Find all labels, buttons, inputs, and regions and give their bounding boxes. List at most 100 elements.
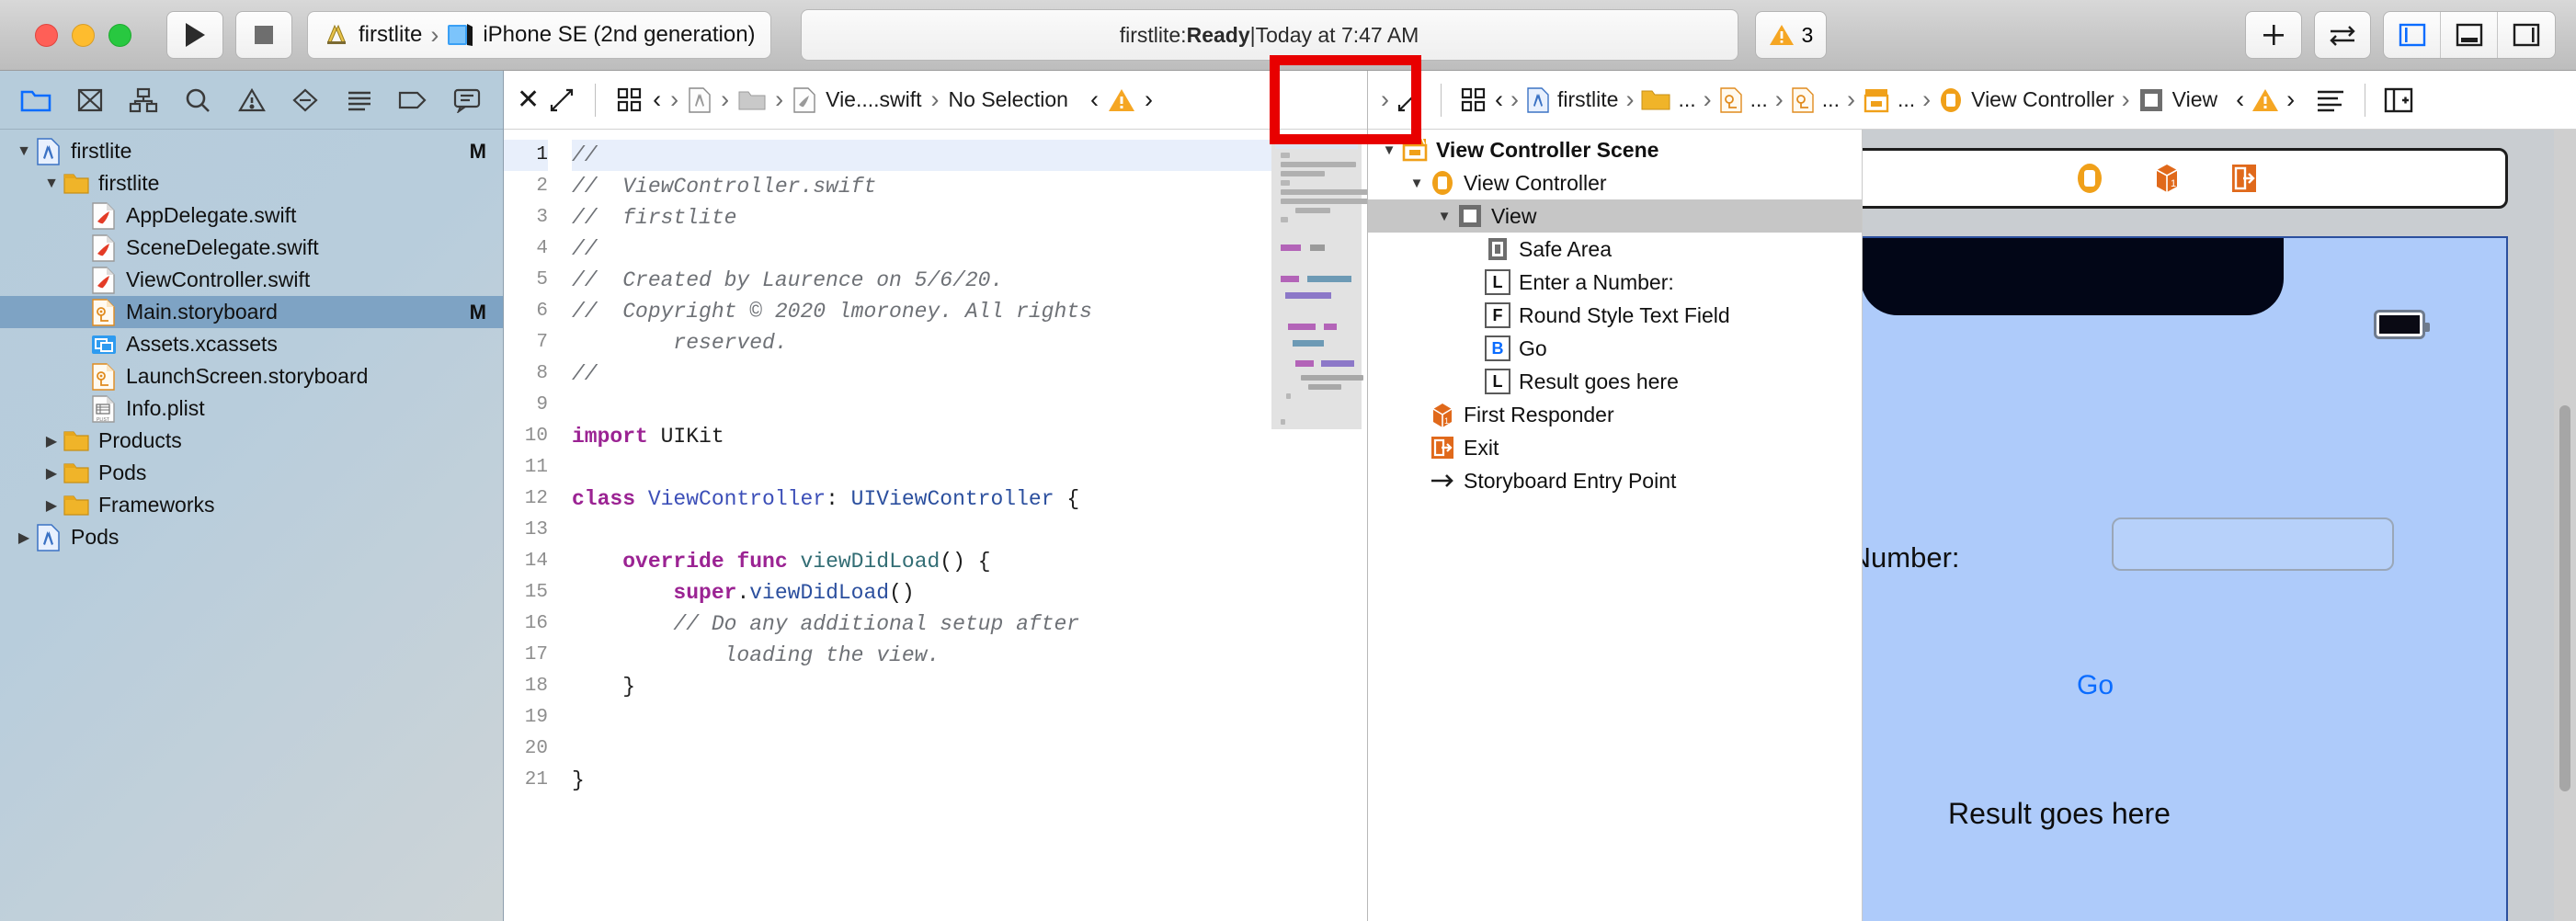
sb-crumb-file1[interactable]: ... bbox=[1750, 87, 1768, 112]
code-line[interactable] bbox=[572, 827, 1271, 858]
sb-crumb-folder[interactable]: ... bbox=[1678, 87, 1695, 112]
document-outline-list[interactable]: ▼View Controller Scene▼View Controller▼V… bbox=[1368, 130, 1863, 921]
project-file-tree[interactable]: ▼firstliteM▼firstliteAppDelegate.swiftSc… bbox=[0, 130, 503, 921]
folder-icon[interactable] bbox=[738, 88, 766, 112]
toggle-debug-area-button[interactable] bbox=[2441, 12, 2498, 58]
label-result-goes-here[interactable]: Result goes here bbox=[1948, 797, 2171, 831]
source-code-text[interactable]: //// ViewController.swift// firstlite///… bbox=[559, 130, 1271, 921]
outline-row-safe-area[interactable]: Safe Area bbox=[1368, 233, 1862, 266]
sb-crumb-vc[interactable]: View Controller bbox=[1971, 87, 2114, 112]
breakpoint-navigator-icon[interactable] bbox=[386, 77, 440, 123]
stop-button[interactable] bbox=[235, 11, 292, 59]
navigate-forward-button[interactable]: › bbox=[1510, 85, 1519, 114]
code-line[interactable] bbox=[572, 702, 1271, 733]
view-controller-icon[interactable] bbox=[2074, 160, 2105, 197]
issue-navigator-icon[interactable] bbox=[224, 77, 279, 123]
disclosure-triangle[interactable]: ▼ bbox=[1405, 176, 1429, 191]
outline-row-view[interactable]: ▼View bbox=[1368, 199, 1862, 233]
outline-row-go[interactable]: BGo bbox=[1368, 332, 1862, 365]
report-navigator-icon[interactable] bbox=[440, 77, 495, 123]
code-line[interactable]: // bbox=[572, 233, 1271, 265]
disclosure-triangle[interactable]: ▶ bbox=[40, 432, 63, 450]
window-controls[interactable] bbox=[35, 24, 131, 47]
outline-row-first-responder[interactable]: 1First Responder bbox=[1368, 398, 1862, 431]
disclosure-triangle[interactable]: ▼ bbox=[1377, 142, 1401, 158]
storyboard-file-icon[interactable] bbox=[1791, 86, 1815, 114]
code-line[interactable]: // firstlite bbox=[572, 202, 1271, 233]
exit-icon[interactable] bbox=[2228, 161, 2260, 196]
code-editor-jumpbar[interactable]: ✕ ‹ › › › Vie....swift › No Selecti bbox=[504, 71, 1367, 130]
swift-file-icon[interactable] bbox=[792, 86, 816, 114]
add-editor-icon[interactable] bbox=[2384, 86, 2413, 114]
xcode-project-icon[interactable] bbox=[688, 86, 712, 114]
outline-row-enter-a-number-[interactable]: LEnter a Number: bbox=[1368, 266, 1862, 299]
related-items-icon[interactable] bbox=[616, 86, 644, 114]
debug-navigator-icon[interactable] bbox=[332, 77, 386, 123]
warnings-badge[interactable]: 3 bbox=[1755, 11, 1828, 59]
prev-issue-button[interactable]: ‹ bbox=[1090, 85, 1099, 114]
navigator-row-pods[interactable]: ▶Pods bbox=[0, 521, 503, 553]
outline-row-exit[interactable]: Exit bbox=[1368, 431, 1862, 464]
code-line[interactable] bbox=[572, 515, 1271, 546]
go-button[interactable]: Go bbox=[2077, 670, 2114, 701]
add-button[interactable] bbox=[2245, 11, 2302, 59]
code-line[interactable]: // bbox=[572, 358, 1271, 390]
outline-row-result-goes-here[interactable]: LResult goes here bbox=[1368, 365, 1862, 398]
toggle-assistant-button[interactable] bbox=[2314, 11, 2371, 59]
navigator-selector-bar[interactable] bbox=[0, 71, 503, 130]
editor-layout-segmented-control[interactable] bbox=[2383, 11, 2556, 59]
navigator-row-assets-xcassets[interactable]: Assets.xcassets bbox=[0, 328, 503, 360]
crumb-selection-label[interactable]: No Selection bbox=[949, 87, 1068, 112]
storyboard-editor-jumpbar[interactable]: › ‹ › firstlite › ... › . bbox=[1368, 71, 2576, 130]
disclosure-triangle[interactable]: ▼ bbox=[40, 176, 63, 192]
navigator-row-scenedelegate-swift[interactable]: SceneDelegate.swift bbox=[0, 232, 503, 264]
navigator-row-products[interactable]: ▶Products bbox=[0, 425, 503, 457]
xcode-project-icon[interactable] bbox=[1526, 86, 1550, 114]
navigator-row-pods[interactable]: ▶Pods bbox=[0, 457, 503, 489]
code-minimap[interactable] bbox=[1271, 130, 1367, 921]
sb-crumb-file2[interactable]: ... bbox=[1822, 87, 1840, 112]
expand-icon[interactable] bbox=[1396, 87, 1422, 113]
navigator-row-info-plist[interactable]: PLISTInfo.plist bbox=[0, 392, 503, 425]
code-line[interactable]: // ViewController.swift bbox=[572, 171, 1271, 202]
toggle-inspector-button[interactable] bbox=[2498, 12, 2555, 58]
navigate-back-button[interactable]: ‹ bbox=[1495, 85, 1503, 114]
code-line[interactable]: // Do any additional setup after bbox=[572, 608, 1271, 640]
navigator-row-frameworks[interactable]: ▶Frameworks bbox=[0, 489, 503, 521]
toggle-navigator-button[interactable] bbox=[2384, 12, 2441, 58]
crumb-file-label[interactable]: Vie....swift bbox=[826, 87, 921, 112]
prev-issue-button[interactable]: ‹ bbox=[2236, 85, 2244, 114]
expand-icon[interactable] bbox=[549, 87, 575, 113]
round-style-text-field[interactable] bbox=[2112, 517, 2394, 571]
outline-row-view-controller[interactable]: ▼View Controller bbox=[1368, 166, 1862, 199]
run-button[interactable] bbox=[166, 11, 223, 59]
find-navigator-icon[interactable] bbox=[171, 77, 225, 123]
code-line[interactable]: super.viewDidLoad() bbox=[572, 577, 1271, 608]
code-line[interactable]: loading the view. bbox=[572, 640, 1271, 671]
test-navigator-icon[interactable] bbox=[279, 77, 333, 123]
sb-crumb-project[interactable]: firstlite bbox=[1557, 87, 1618, 112]
zoom-window-button[interactable] bbox=[108, 24, 131, 47]
folder-icon[interactable] bbox=[1641, 88, 1670, 112]
outline-row-storyboard-entry-point[interactable]: Storyboard Entry Point bbox=[1368, 464, 1862, 497]
scheme-destination-control[interactable]: firstlite › iPhone SE (2nd generation) bbox=[307, 11, 771, 59]
symbol-navigator-icon[interactable] bbox=[117, 77, 171, 123]
code-line[interactable]: // Created by Laurence on 5/6/20. bbox=[572, 265, 1271, 296]
code-line[interactable] bbox=[572, 733, 1271, 765]
navigator-row-main-storyboard[interactable]: Main.storyboardM bbox=[0, 296, 503, 328]
disclosure-triangle[interactable]: ▼ bbox=[13, 143, 35, 160]
outline-row-round-style-text-field[interactable]: FRound Style Text Field bbox=[1368, 299, 1862, 332]
code-line[interactable] bbox=[572, 796, 1271, 827]
next-issue-button[interactable]: › bbox=[2286, 85, 2295, 114]
navigate-back-button[interactable]: ‹ bbox=[653, 85, 661, 114]
scene-dock-bar[interactable]: 1 bbox=[1863, 148, 2508, 209]
navigator-row-viewcontroller-swift[interactable]: ViewController.swift bbox=[0, 264, 503, 296]
next-issue-button[interactable]: › bbox=[1145, 85, 1153, 114]
warning-icon[interactable] bbox=[2251, 87, 2279, 113]
close-editor-button[interactable]: ✕ bbox=[517, 84, 540, 116]
code-area[interactable]: 123456789101112131415161718192021 //// V… bbox=[504, 130, 1367, 921]
navigator-row-firstlite[interactable]: ▼firstliteM bbox=[0, 135, 503, 167]
storyboard-file-icon[interactable] bbox=[1719, 86, 1743, 114]
label-enter-a-number[interactable]: ter a Number: bbox=[1863, 541, 1960, 574]
first-responder-icon[interactable]: 1 bbox=[2151, 161, 2183, 196]
